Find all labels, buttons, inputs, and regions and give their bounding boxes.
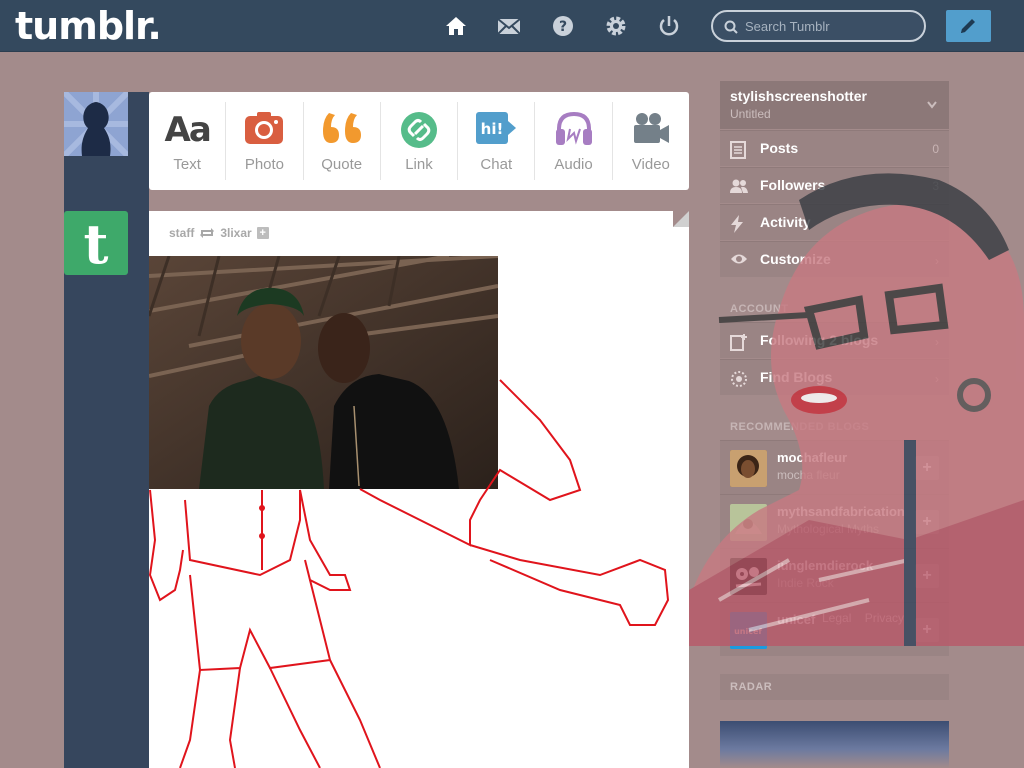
quote-icon <box>322 113 361 143</box>
follow-blog-button[interactable]: + <box>915 618 939 642</box>
blog-title: Mythological Myths <box>777 522 880 536</box>
blog-name: iunglemdierock <box>777 558 874 573</box>
post-author-link[interactable]: staff <box>169 226 194 240</box>
home-icon[interactable] <box>444 14 468 38</box>
post-type-photo[interactable]: Photo <box>226 102 304 180</box>
sidebar-item-customize[interactable]: Customize › <box>720 241 949 277</box>
settings-icon[interactable] <box>604 14 628 38</box>
recommended-blog[interactable]: mochafleur mocha fleur + <box>720 440 949 494</box>
avatar[interactable] <box>64 92 128 156</box>
sidebar-item-posts[interactable]: Posts 0 <box>720 130 949 166</box>
sidebar-item-following[interactable]: Following 2 blogs › <box>720 322 949 358</box>
dashboard-post: staff 3lixar + <box>149 211 689 768</box>
account-section-header: ACCOUNT <box>730 303 789 315</box>
search-input[interactable] <box>745 17 915 35</box>
sidebar-item-find-blogs[interactable]: Find Blogs › <box>720 359 949 395</box>
blog-name: mochafleur <box>777 450 848 465</box>
search-icon <box>724 20 738 34</box>
chevron-down-icon <box>927 101 937 109</box>
post-type-text[interactable]: Aa Text <box>149 102 227 180</box>
post-type-video[interactable]: Video <box>613 102 689 180</box>
mail-icon[interactable] <box>497 14 521 38</box>
followers-icon <box>730 179 748 193</box>
blog-subtitle: Untitled <box>730 107 771 121</box>
staff-avatar[interactable]: t <box>64 211 128 275</box>
sidebar-item-followers[interactable]: Followers 3 <box>720 167 949 203</box>
tumblr-logo[interactable]: tumblr. <box>15 4 162 48</box>
follow-blog-button[interactable]: + <box>915 510 939 534</box>
legal-link[interactable]: Legal <box>822 611 851 625</box>
video-camera-icon <box>633 113 669 143</box>
blog-title: Indie Rock <box>777 576 834 590</box>
blog-thumbnail <box>730 450 767 487</box>
sidebar-item-activity[interactable]: Activity <box>720 204 949 240</box>
posts-icon <box>730 141 746 159</box>
radar-post-image[interactable] <box>720 721 949 768</box>
text-icon: Aa <box>164 110 212 150</box>
post-type-chat[interactable]: hi! Chat <box>458 102 536 180</box>
camera-icon <box>245 112 284 144</box>
search-box <box>711 10 926 42</box>
radar-section-header: RADAR <box>720 674 949 700</box>
svg-text:hi!: hi! <box>481 120 504 138</box>
recommended-blog[interactable]: mythsandfabrication Mythological Myths + <box>720 494 949 548</box>
blog-thumbnail: unicef <box>730 612 767 649</box>
follow-button[interactable]: + <box>256 227 269 239</box>
svg-text:t: t <box>84 212 109 275</box>
follow-blog-button[interactable]: + <box>915 456 939 480</box>
blog-name: mythsandfabrication <box>777 504 905 519</box>
help-icon[interactable]: ? <box>551 14 575 38</box>
follow-blog-button[interactable]: + <box>915 564 939 588</box>
top-navigation-bar: tumblr. ? <box>0 0 1024 52</box>
pencil-icon <box>961 19 975 33</box>
blog-thumbnail <box>730 504 767 541</box>
recommended-section-header: RECOMMENDED BLOGS <box>730 421 870 433</box>
activity-icon <box>731 215 743 233</box>
find-blogs-icon <box>731 371 747 387</box>
post-type-quote[interactable]: Quote <box>304 102 381 180</box>
following-icon <box>730 334 747 351</box>
power-icon[interactable] <box>657 14 681 38</box>
post-type-audio[interactable]: Audio <box>535 102 613 180</box>
link-icon <box>400 112 437 148</box>
footer-links: Legal Privacy <box>822 611 914 625</box>
dashboard-left-strip <box>64 92 149 768</box>
svg-text:unicef: unicef <box>734 627 762 636</box>
post-type-link[interactable]: Link <box>381 102 459 180</box>
headphones-icon <box>555 111 592 145</box>
blog-thumbnail <box>730 558 767 595</box>
blog-name: stylishscreenshotter <box>730 88 867 104</box>
svg-text:?: ? <box>559 19 567 35</box>
chat-icon: hi! <box>476 112 517 144</box>
blog-title: mocha fleur <box>777 468 840 482</box>
post-type-bar: Aa Text Photo Quote Link hi! Chat Audio … <box>149 92 689 190</box>
reblog-icon <box>200 228 215 238</box>
blog-menu-header[interactable]: stylishscreenshotter Untitled <box>720 81 949 129</box>
eye-icon <box>731 254 747 264</box>
post-header: staff 3lixar + <box>169 226 269 240</box>
reblogged-from-link[interactable]: 3lixar <box>220 226 251 240</box>
post-corner-fold <box>673 211 689 227</box>
recommended-blog[interactable]: iunglemdierock Indie Rock + <box>720 548 949 602</box>
compose-button[interactable] <box>946 10 991 42</box>
post-photo[interactable] <box>149 256 498 489</box>
privacy-link[interactable]: Privacy <box>865 611 904 625</box>
